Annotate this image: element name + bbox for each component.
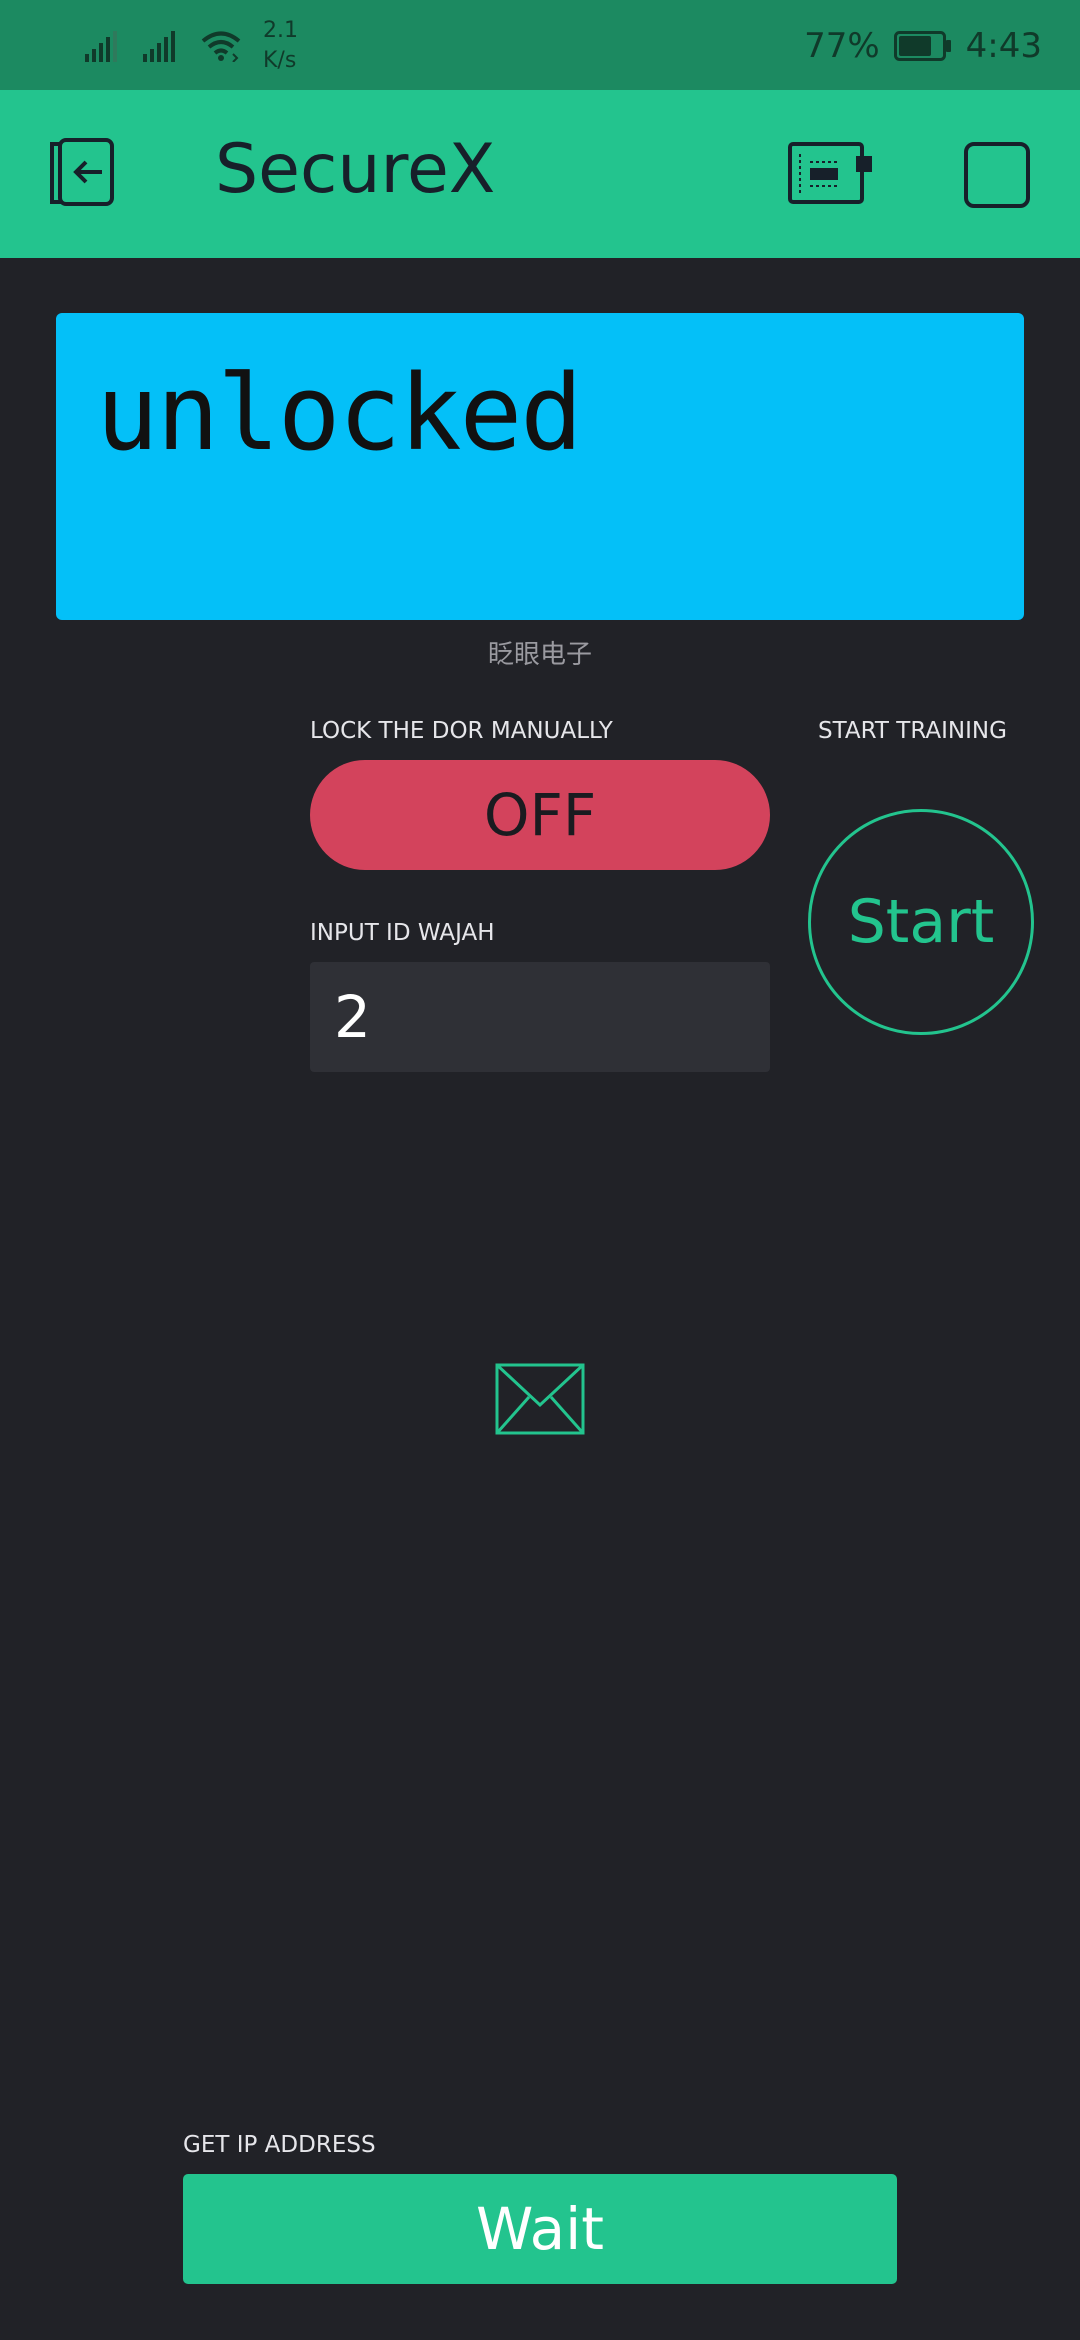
square-button[interactable]	[964, 142, 1030, 208]
envelope-icon	[495, 1363, 585, 1435]
face-id-label: INPUT ID WAJAH	[310, 920, 495, 946]
network-speed: 2.1 K/s	[263, 16, 298, 76]
battery-percent: 77%	[804, 26, 880, 66]
lcd-caption: 眨眼电子	[487, 640, 592, 670]
lcd-display: unlocked	[56, 313, 1024, 620]
wifi-icon	[201, 30, 241, 62]
lock-toggle-state: OFF	[483, 781, 597, 849]
app-title: SecureX	[215, 130, 496, 209]
network-speed-value: 2.1	[263, 18, 298, 43]
get-ip-button[interactable]: Wait	[183, 2174, 897, 2284]
signal-icon	[143, 30, 179, 62]
clock: 4:43	[965, 26, 1042, 66]
network-speed-unit: K/s	[263, 48, 297, 73]
status-left: 2.1 K/s	[85, 16, 298, 76]
start-training-text: Start	[847, 887, 995, 957]
exit-icon	[50, 138, 114, 206]
lock-toggle-button[interactable]: OFF	[310, 760, 770, 870]
get-ip-button-text: Wait	[475, 2195, 605, 2263]
app-bar: SecureX	[0, 90, 1080, 258]
status-right: 77% 4:43	[804, 18, 1042, 74]
lcd-text: unlocked	[96, 352, 583, 474]
battery-icon	[893, 31, 952, 61]
email-button[interactable]	[495, 1363, 585, 1435]
start-training-button[interactable]: Start	[808, 809, 1034, 1035]
device-button[interactable]	[788, 142, 874, 206]
status-bar: 2.1 K/s 77% 4:43	[0, 0, 1080, 90]
signal-icon	[85, 30, 121, 62]
device-icon	[788, 142, 872, 204]
training-label: START TRAINING	[818, 718, 1007, 744]
face-id-input[interactable]	[310, 962, 770, 1072]
ip-address-label: GET IP ADDRESS	[183, 2132, 376, 2158]
exit-button[interactable]	[46, 138, 122, 208]
lock-toggle-label: LOCK THE DOR MANUALLY	[310, 718, 613, 744]
